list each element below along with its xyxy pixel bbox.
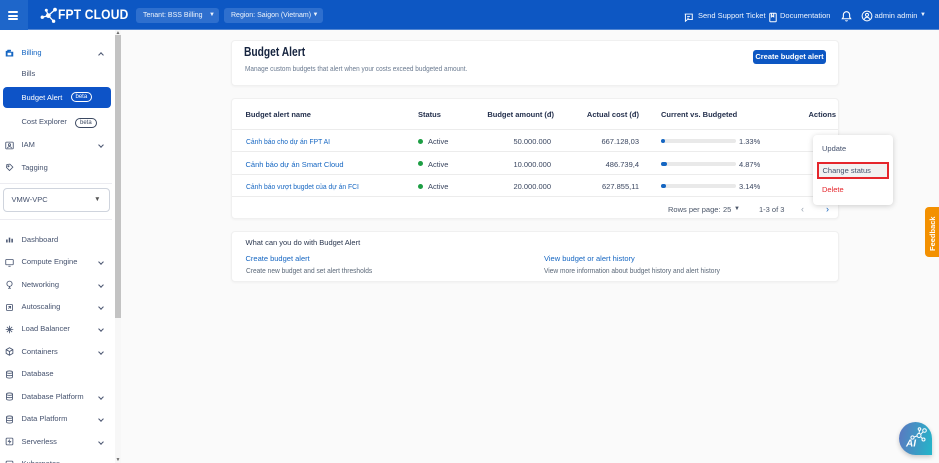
svg-text:AI: AI	[905, 439, 916, 450]
